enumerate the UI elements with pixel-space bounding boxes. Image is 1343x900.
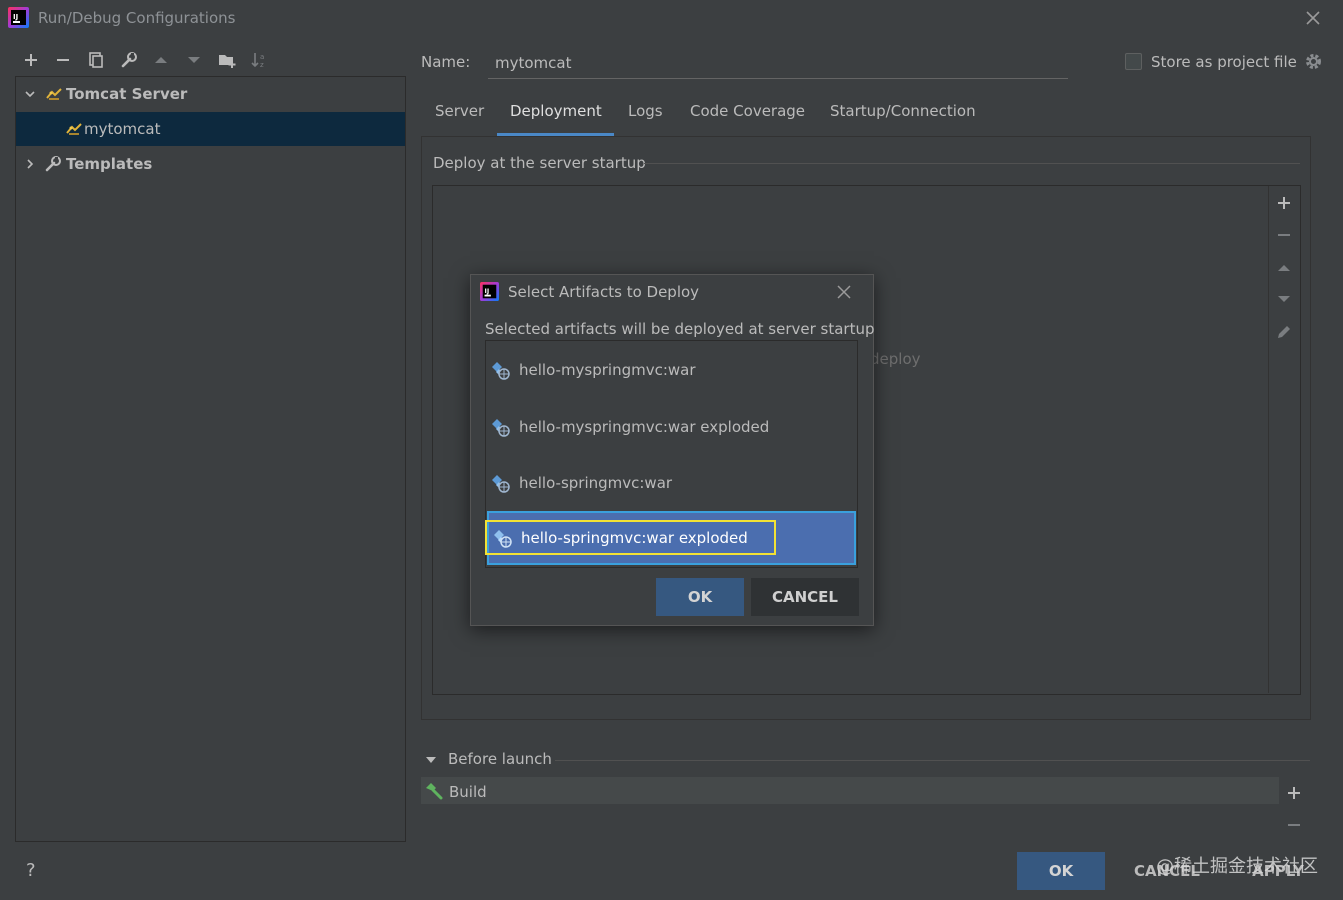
close-icon[interactable] bbox=[835, 283, 853, 301]
sort-icon[interactable]: az bbox=[248, 48, 272, 72]
deploy-section-title: Deploy at the server startup bbox=[433, 154, 646, 172]
name-label: Name: bbox=[421, 53, 471, 71]
tree-group-label: Tomcat Server bbox=[66, 85, 188, 103]
configuration-tree[interactable]: Tomcat Server mytomcat Templates bbox=[15, 76, 406, 842]
dialog-subtitle: Selected artifacts will be deployed at s… bbox=[485, 320, 875, 338]
tab-logs[interactable]: Logs bbox=[628, 102, 663, 136]
remove-icon[interactable] bbox=[1275, 226, 1293, 244]
artifact-item[interactable]: hello-springmvc:war bbox=[487, 456, 856, 510]
add-icon[interactable] bbox=[1286, 785, 1304, 803]
move-down-icon[interactable] bbox=[1275, 290, 1293, 308]
wrench-icon bbox=[44, 155, 62, 173]
help-button[interactable]: ? bbox=[26, 860, 36, 881]
before-launch-title: Before launch bbox=[448, 750, 552, 768]
window-title: Run/Debug Configurations bbox=[38, 9, 236, 27]
move-down-icon[interactable] bbox=[182, 48, 206, 72]
hammer-icon bbox=[424, 782, 444, 800]
gear-icon[interactable] bbox=[1304, 52, 1323, 71]
tab-startup-connection[interactable]: Startup/Connection bbox=[830, 102, 976, 136]
dialog-cancel-button[interactable]: CANCEL bbox=[751, 578, 859, 616]
before-launch-item-label: Build bbox=[449, 783, 487, 801]
tree-templates-label: Templates bbox=[66, 155, 153, 173]
folder-icon[interactable] bbox=[215, 48, 239, 72]
intellij-app-icon: IJ bbox=[480, 282, 499, 301]
tab-code-coverage[interactable]: Code Coverage bbox=[690, 102, 805, 136]
add-icon[interactable] bbox=[19, 48, 43, 72]
dialog-title: Select Artifacts to Deploy bbox=[508, 283, 700, 301]
svg-text:z: z bbox=[260, 61, 264, 69]
svg-text:IJ: IJ bbox=[13, 13, 18, 21]
tomcat-icon bbox=[46, 87, 62, 101]
add-icon[interactable] bbox=[1275, 194, 1293, 212]
store-as-project-file-label[interactable]: Store as project file bbox=[1151, 53, 1297, 71]
tree-item-mytomcat[interactable]: mytomcat bbox=[16, 112, 405, 146]
tab-server[interactable]: Server bbox=[435, 102, 484, 136]
watermark: @稀土掘金技术社区 bbox=[1156, 856, 1318, 877]
artifact-label: hello-myspringmvc:war bbox=[519, 361, 696, 379]
ok-button[interactable]: OK bbox=[1017, 852, 1105, 890]
divider bbox=[555, 760, 1310, 761]
collapse-arrow-icon[interactable] bbox=[425, 754, 437, 766]
artifact-icon bbox=[489, 416, 511, 438]
chevron-down-icon[interactable] bbox=[24, 88, 36, 100]
artifact-item[interactable]: hello-myspringmvc:war bbox=[487, 343, 856, 397]
artifact-label: hello-springmvc:war bbox=[519, 474, 673, 492]
before-launch-item[interactable] bbox=[421, 777, 1279, 804]
remove-icon[interactable] bbox=[1286, 817, 1304, 835]
empty-list-hint: deploy bbox=[870, 350, 921, 368]
tree-child-label: mytomcat bbox=[84, 120, 161, 138]
tree-item-tomcat-server[interactable]: Tomcat Server bbox=[16, 77, 405, 111]
remove-icon[interactable] bbox=[51, 48, 75, 72]
svg-text:IJ: IJ bbox=[485, 288, 490, 295]
dialog-ok-button[interactable]: OK bbox=[656, 578, 744, 616]
tomcat-icon bbox=[66, 122, 82, 136]
artifact-icon bbox=[489, 359, 511, 381]
close-icon[interactable] bbox=[1303, 8, 1323, 28]
annotation-highlight-box bbox=[485, 520, 776, 555]
store-as-project-file-checkbox[interactable] bbox=[1125, 53, 1142, 70]
chevron-right-icon[interactable] bbox=[24, 158, 36, 170]
move-up-icon[interactable] bbox=[1275, 259, 1293, 277]
divider bbox=[644, 163, 1300, 164]
tree-item-templates[interactable]: Templates bbox=[16, 147, 405, 181]
svg-text:a: a bbox=[260, 53, 264, 61]
artifact-label: hello-myspringmvc:war exploded bbox=[519, 418, 770, 436]
move-up-icon[interactable] bbox=[149, 48, 173, 72]
copy-icon[interactable] bbox=[84, 48, 108, 72]
tab-deployment[interactable]: Deployment bbox=[497, 102, 614, 136]
intellij-app-icon: IJ bbox=[8, 7, 29, 28]
edit-icon[interactable] bbox=[1275, 323, 1293, 341]
artifact-item[interactable]: hello-myspringmvc:war exploded bbox=[487, 400, 856, 454]
artifact-icon bbox=[489, 472, 511, 494]
name-field[interactable] bbox=[488, 48, 1068, 79]
wrench-icon[interactable] bbox=[117, 48, 141, 72]
